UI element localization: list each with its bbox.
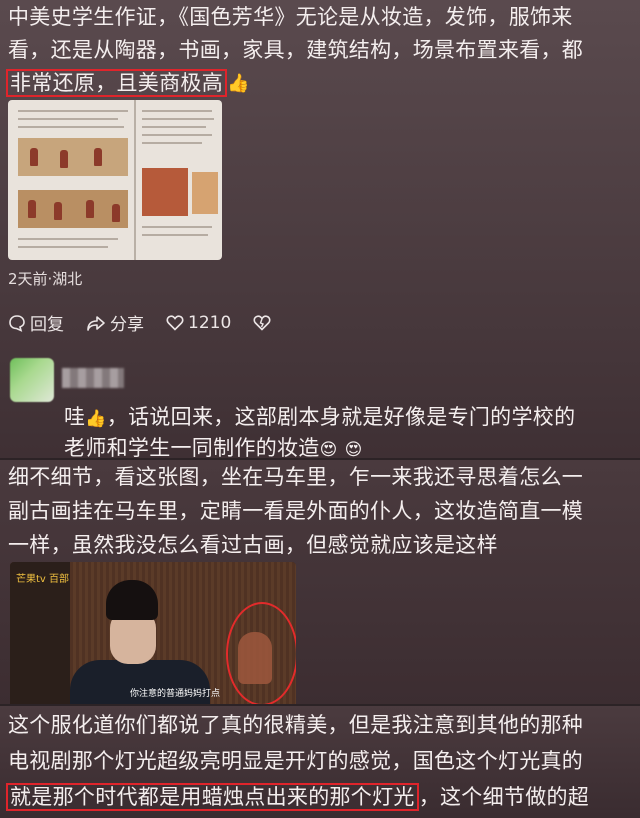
comment-line-3: 就是那个时代都是用蜡烛点出来的那个灯光 ，这个细节做的超	[6, 782, 590, 813]
avatar[interactable]	[10, 358, 54, 402]
video-subtitle: 你注意的普通妈妈打点	[130, 689, 221, 699]
comment-line-2: 看，还是从陶器，书画，家具，建筑结构，场景布置来看，都	[8, 38, 584, 62]
reply-icon	[9, 314, 25, 332]
book-photo[interactable]	[8, 100, 222, 260]
comment-line-3: 一样，虽然我没怎么看过古画，但感觉就应该是这样	[8, 533, 498, 557]
share-button[interactable]: 分享	[86, 310, 144, 335]
comment-line-2: 电视剧那个灯光超级亮明显是开灯的感觉，国色这个灯光真的	[8, 749, 584, 773]
heart-eyes-emoji: 😍	[319, 440, 338, 458]
heart-icon	[166, 315, 184, 331]
reply-text: ，话说回来，这部剧本身就是好像是专门的学校的	[106, 405, 576, 429]
red-circle-annotation	[226, 602, 296, 706]
comment-line-1: 这个服化道你们都说了真的很精美，但是我注意到其他的那种	[8, 713, 584, 737]
like-button[interactable]: 1210	[166, 313, 231, 333]
heart-eyes-emoji: 😍	[344, 440, 363, 458]
actor-hat	[106, 580, 158, 620]
video-screenshot[interactable]: 芒果tv 百部 你注意的普通妈妈打点	[10, 562, 296, 706]
painting-figure	[192, 172, 218, 214]
like-count: 1210	[188, 312, 232, 333]
comment-meta: 2天前·湖北	[8, 270, 83, 288]
comment-actions: 回复 分享 1210	[8, 310, 271, 335]
thumbs-up-emoji: 👍	[227, 73, 250, 94]
thumbs-up-emoji: 👍	[85, 409, 107, 429]
reply-label: 回复	[30, 315, 64, 335]
share-icon	[87, 315, 105, 331]
highlight-box: 非常还原，且美商极高	[6, 69, 227, 97]
username-blurred[interactable]	[62, 368, 124, 388]
comment-line-3: 非常还原，且美商极高 👍	[6, 68, 249, 99]
painting-figure	[142, 168, 188, 216]
comment-text: ，这个细节做的超	[418, 785, 590, 809]
comment-line-1: 细不细节，看这张图，坐在马车里，乍一来我还寻思着怎么一	[8, 465, 584, 489]
dislike-heart-icon	[253, 315, 271, 331]
reply-prefix: 哇	[64, 405, 86, 429]
reply-line-2: 老师和学生一同制作的妆造😍 😍	[64, 433, 363, 458]
reply-line-1: 哇👍，话说回来，这部剧本身就是好像是专门的学校的	[64, 402, 575, 435]
video-watermark: 芒果tv 百部	[16, 574, 70, 585]
comment-panel-2: 细不细节，看这张图，坐在马车里，乍一来我还寻思着怎么一 副古画挂在马车里，定睛一…	[0, 458, 640, 706]
highlight-box: 就是那个时代都是用蜡烛点出来的那个灯光	[6, 783, 419, 811]
book-spine	[134, 100, 136, 260]
dislike-button[interactable]	[253, 314, 271, 331]
reply-text: 老师和学生一同制作的妆造	[64, 436, 320, 458]
reply-button[interactable]: 回复	[8, 310, 64, 335]
comment-line-1: 中美史学生作证，《国色芳华》无论是从妆造，发饰，服饰来	[8, 5, 573, 29]
share-label: 分享	[110, 315, 144, 335]
comment-panel-3: 这个服化道你们都说了真的很精美，但是我注意到其他的那种 电视剧那个灯光超级亮明显…	[0, 704, 640, 818]
actor-robe	[70, 660, 210, 706]
comment-line-2: 副古画挂在马车里，定睛一看是外面的仆人，这妆造简直一模	[8, 499, 584, 523]
comment-panel-1: 中美史学生作证，《国色芳华》无论是从妆造，发饰，服饰来 看，还是从陶器，书画，家…	[0, 0, 640, 458]
